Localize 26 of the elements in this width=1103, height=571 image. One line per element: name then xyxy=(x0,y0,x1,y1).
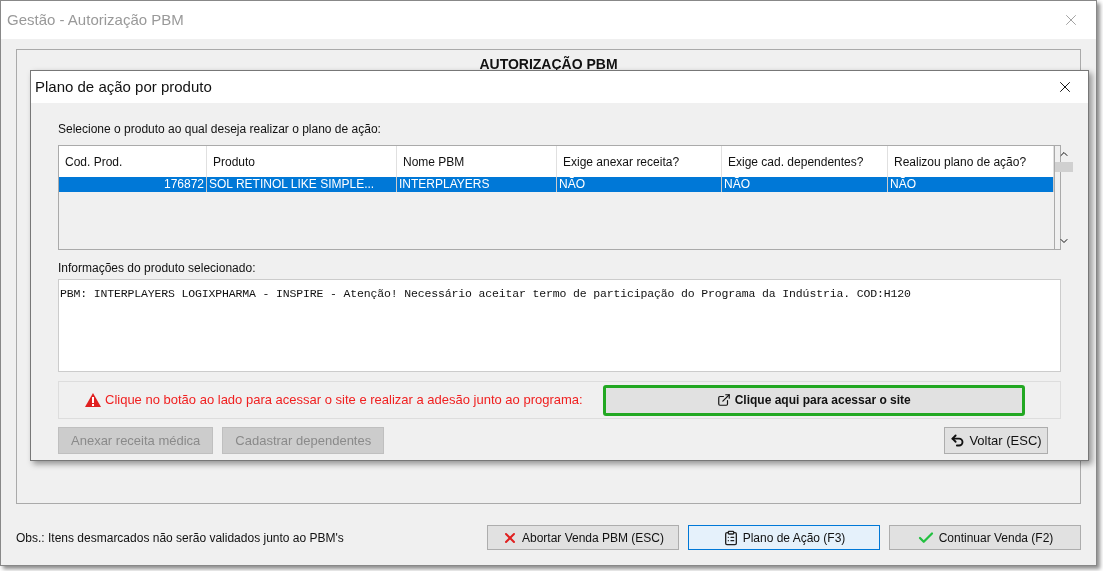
table-row[interactable]: 176872 SOL RETINOL LIKE SIMPLE... INTERPLAYERS NÃO NÃO NÃO xyxy=(59,177,1054,192)
table-cell: NÃO xyxy=(722,177,888,192)
scrollbar[interactable] xyxy=(1054,146,1073,249)
panel-title: AUTORIZAÇÃO PBM xyxy=(479,54,618,74)
table-cell: SOL RETINOL LIKE SIMPLE... xyxy=(207,177,397,192)
info-label: Informações do produto selecionado: xyxy=(58,260,257,277)
site-button[interactable]: Clique aqui para acessar o site xyxy=(602,384,1025,416)
scroll-thumb[interactable] xyxy=(1055,162,1073,172)
warning-text: Clique no botão ao lado para acessar o site e realizar a adesão junto ao programa: xyxy=(105,391,583,410)
back-arrow-icon xyxy=(950,433,966,448)
dialog-title: Plano de ação por produto xyxy=(35,76,212,97)
table-cell: NÃO xyxy=(557,177,722,192)
note-text: Obs.: Itens desmarcados não serão validados junto ao PBM's xyxy=(16,529,344,547)
info-text-area[interactable]: PBM: INTERPLAYERS LOGIXPHARMA - INSPIRE - Atenção! Necessário aceitar termo de participação do Programa da Indústria. COD:H120 xyxy=(58,279,1061,372)
external-link-icon xyxy=(716,393,731,407)
window-title: Gestão - Autorização PBM xyxy=(7,9,184,30)
clipboard-icon xyxy=(722,529,739,546)
warning-icon xyxy=(85,393,101,407)
footer-button[interactable]: Plano de Ação (F3) xyxy=(688,525,880,550)
footer-button[interactable]: Abortar Venda PBM (ESC) xyxy=(487,525,679,550)
back-button[interactable]: Voltar (ESC) xyxy=(944,427,1048,454)
prompt-text: Selecione o produto ao qual deseja realizar o plano de ação: xyxy=(58,121,382,138)
table-cell: INTERPLAYERS xyxy=(397,177,557,192)
table-cell: NÃO xyxy=(888,177,1054,192)
footer-button[interactable]: Continuar Venda (F2) xyxy=(889,525,1081,550)
table-cell: 176872 xyxy=(59,177,207,192)
